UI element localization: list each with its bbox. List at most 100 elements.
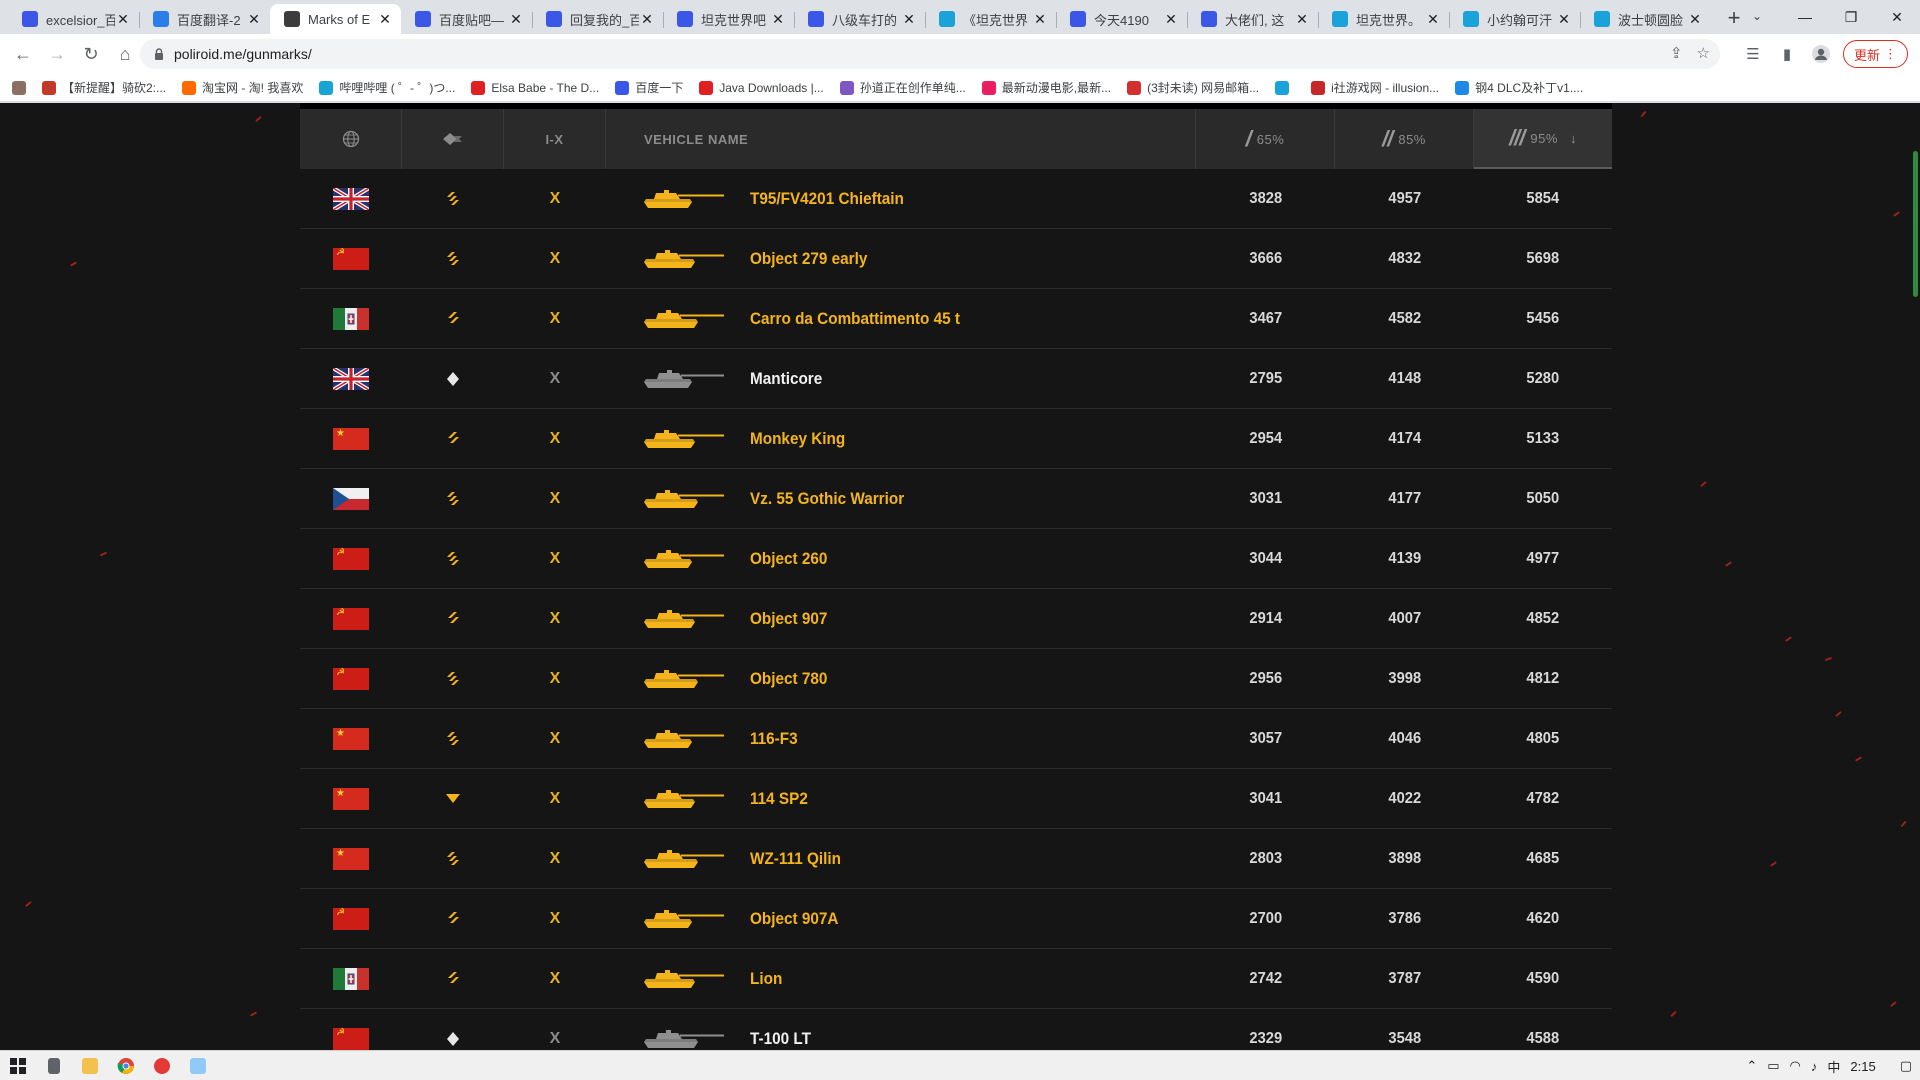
table-row[interactable]: X Vz. 55 Gothic Warrior 3031 4177 5050 — [300, 469, 1612, 529]
tab-close-icon[interactable]: ✕ — [1294, 11, 1310, 27]
browser-tab[interactable]: excelsior_百 ✕ — [8, 4, 139, 34]
vehicle-cell[interactable]: Lion — [606, 949, 1196, 1009]
tab-close-icon[interactable]: ✕ — [901, 11, 917, 27]
vehicle-cell[interactable]: 116-F3 — [606, 709, 1196, 769]
bookmark-item[interactable]: 百度一下 — [615, 79, 683, 96]
url-text[interactable]: poliroid.me/gunmarks/ — [174, 46, 312, 62]
mark1-column-header[interactable]: / 65% — [1196, 109, 1335, 169]
browser-tab[interactable]: 《坦克世界 ✕ — [925, 4, 1056, 34]
app-red-icon[interactable] — [144, 1051, 180, 1080]
ime-indicator[interactable]: 中 — [1827, 1057, 1840, 1076]
vehicle-cell[interactable]: T95/FV4201 Chieftain — [606, 169, 1196, 229]
bookmark-item[interactable]: (3封未读) 网易邮箱... — [1127, 79, 1259, 96]
table-row[interactable]: X Object 260 3044 4139 4977 — [300, 529, 1612, 589]
apps-icon[interactable] — [12, 80, 32, 95]
table-row[interactable]: X T-100 LT 2329 3548 4588 — [300, 1009, 1612, 1050]
vehicle-name[interactable]: Vz. 55 Gothic Warrior — [750, 489, 904, 509]
tab-close-icon[interactable]: ✕ — [508, 11, 524, 27]
tab-close-icon[interactable]: ✕ — [1032, 11, 1048, 27]
vehicle-cell[interactable]: T-100 LT — [606, 1009, 1196, 1051]
profile-avatar-icon[interactable] — [1809, 38, 1833, 70]
table-row[interactable]: X Carro da Combattimento 45 t 3467 4582 5456 — [300, 289, 1612, 349]
browser-tab[interactable]: Marks of E ✕ — [270, 4, 401, 34]
vehicle-cell[interactable]: Object 260 — [606, 529, 1196, 589]
tab-search-icon[interactable]: ⌄ — [1740, 2, 1774, 30]
vehicle-name[interactable]: T-100 LT — [750, 1029, 811, 1049]
vehicle-name[interactable]: 114 SP2 — [750, 789, 808, 809]
vehicle-name[interactable]: Object 279 early — [750, 249, 867, 269]
vehicle-name[interactable]: Object 907 — [750, 609, 827, 629]
browser-tab[interactable]: 坦克世界吧 ✕ — [663, 4, 794, 34]
bookmark-item[interactable]: Java Downloads |... — [699, 80, 824, 95]
table-row[interactable]: X Object 907 2914 4007 4852 — [300, 589, 1612, 649]
browser-tab[interactable]: 大佬们, 这 ✕ — [1187, 4, 1318, 34]
vehicle-name[interactable]: WZ-111 Qilin — [750, 849, 841, 869]
vehicle-name[interactable]: Object 907A — [750, 909, 838, 929]
vehicle-cell[interactable]: Object 279 early — [606, 229, 1196, 289]
notification-icon[interactable]: ▢ — [1900, 1058, 1912, 1074]
vehicle-name[interactable]: Monkey King — [750, 429, 845, 449]
vehicle-name-column-header[interactable]: VEHICLE NAME — [606, 109, 1196, 169]
address-bar[interactable]: poliroid.me/gunmarks/ ⇪ ☆ — [140, 39, 1720, 69]
table-row[interactable]: X T95/FV4201 Chieftain 3828 4957 5854 — [300, 169, 1612, 229]
bookmark-item[interactable] — [1275, 80, 1295, 95]
page-scrollbar[interactable] — [1910, 103, 1920, 1050]
vehicle-cell[interactable]: Object 907 — [606, 589, 1196, 649]
forward-icon[interactable]: → — [40, 37, 74, 71]
start-menu-icon[interactable] — [0, 1051, 36, 1080]
share-icon[interactable]: ⇪ — [1670, 44, 1683, 62]
vehicle-cell[interactable]: WZ-111 Qilin — [606, 829, 1196, 889]
table-row[interactable]: X 116-F3 3057 4046 4805 — [300, 709, 1612, 769]
browser-tab[interactable]: 八级车打的 ✕ — [794, 4, 925, 34]
home-icon[interactable]: ⌂ — [108, 37, 142, 71]
app-drawing-icon[interactable] — [180, 1051, 216, 1080]
vehicle-cell[interactable]: Monkey King — [606, 409, 1196, 469]
vehicle-cell[interactable]: Object 907A — [606, 889, 1196, 949]
tab-close-icon[interactable]: ✕ — [115, 11, 131, 27]
volume-icon[interactable]: ♪ — [1811, 1059, 1818, 1074]
vehicle-cell[interactable]: Manticore — [606, 349, 1196, 409]
vehicle-cell[interactable]: Vz. 55 Gothic Warrior — [606, 469, 1196, 529]
browser-tab[interactable]: 百度贴吧— ✕ — [401, 4, 532, 34]
file-explorer-icon[interactable] — [72, 1051, 108, 1080]
tab-close-icon[interactable]: ✕ — [377, 11, 393, 27]
tier-column-header[interactable]: I-X — [504, 109, 606, 169]
tab-close-icon[interactable]: ✕ — [639, 11, 655, 27]
mark2-column-header[interactable]: // 85% — [1335, 109, 1474, 169]
tab-close-icon[interactable]: ✕ — [1556, 11, 1572, 27]
vehicle-name[interactable]: Carro da Combattimento 45 t — [750, 309, 960, 329]
vehicle-name[interactable]: 116-F3 — [750, 729, 798, 749]
tab-close-icon[interactable]: ✕ — [1163, 11, 1179, 27]
tab-close-icon[interactable]: ✕ — [1425, 11, 1441, 27]
vehicle-cell[interactable]: Carro da Combattimento 45 t — [606, 289, 1196, 349]
back-icon[interactable]: ← — [6, 37, 40, 71]
browser-tab[interactable]: 坦克世界。 ✕ — [1318, 4, 1449, 34]
chrome-icon[interactable] — [108, 1051, 144, 1080]
bookmark-item[interactable]: 孙道正在创作单纯... — [839, 79, 966, 96]
tab-close-icon[interactable]: ✕ — [246, 11, 262, 27]
restore-icon[interactable]: ❐ — [1828, 0, 1874, 34]
vehicle-name[interactable]: Lion — [750, 969, 782, 989]
browser-tab[interactable]: 波士顿圆脸 ✕ — [1580, 4, 1711, 34]
bookmark-item[interactable]: 最新动漫电影,最新... — [981, 79, 1111, 96]
bookmark-item[interactable]: 【新提醒】骑砍2:... — [42, 79, 166, 96]
update-button[interactable]: 更新 ⋮ — [1842, 40, 1908, 68]
table-row[interactable]: X Manticore 2795 4148 5280 — [300, 349, 1612, 409]
vehicle-cell[interactable]: 114 SP2 — [606, 769, 1196, 829]
reading-list-icon[interactable]: ☰ — [1741, 38, 1765, 70]
reload-icon[interactable]: ↻ — [74, 37, 108, 71]
vehicle-name[interactable]: T95/FV4201 Chieftain — [750, 189, 904, 209]
table-row[interactable]: X 114 SP2 3041 4022 4782 — [300, 769, 1612, 829]
bookmark-item[interactable]: Elsa Babe - The D... — [471, 80, 599, 95]
table-row[interactable]: X Object 780 2956 3998 4812 — [300, 649, 1612, 709]
table-row[interactable]: X Lion 2742 3787 4590 — [300, 949, 1612, 1009]
vehicle-cell[interactable]: Object 780 — [606, 649, 1196, 709]
scrollbar-thumb[interactable] — [1913, 151, 1918, 297]
tray-expand-icon[interactable]: ⌃ — [1746, 1058, 1757, 1074]
network-icon[interactable]: ◠ — [1790, 1058, 1801, 1074]
clock[interactable]: 2:15 — [1850, 1059, 1875, 1074]
table-row[interactable]: X Object 907A 2700 3786 4620 — [300, 889, 1612, 949]
browser-tab[interactable]: 小约翰可汗 ✕ — [1449, 4, 1580, 34]
nation-column-header[interactable] — [300, 109, 402, 169]
tab-close-icon[interactable]: ✕ — [1687, 11, 1703, 27]
